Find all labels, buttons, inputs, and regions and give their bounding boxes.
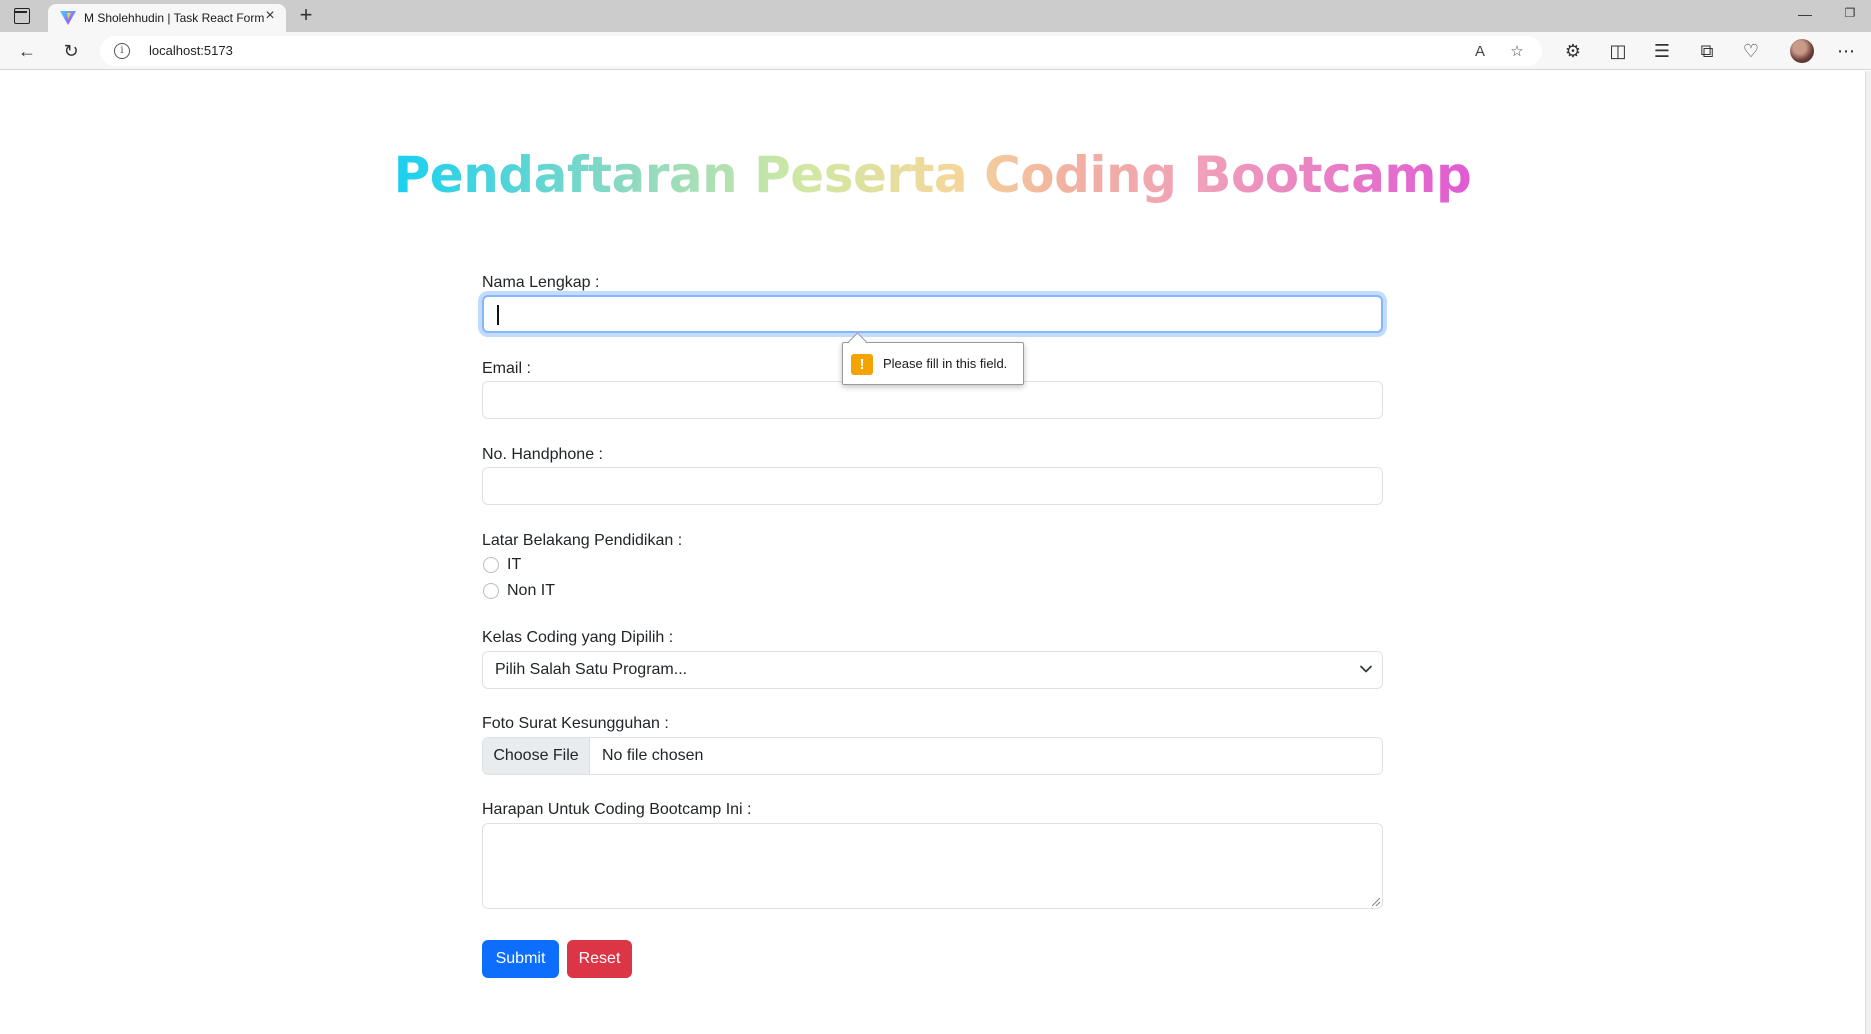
refresh-icon[interactable]: ↻ <box>60 40 82 62</box>
split-screen-icon[interactable]: ◫ <box>1607 40 1629 62</box>
nama-lengkap-input[interactable] <box>482 295 1383 333</box>
nama-lengkap-label: Nama Lengkap : <box>482 274 600 291</box>
harapan-label: Harapan Untuk Coding Bootcamp Ini : <box>482 801 752 818</box>
radio-it-label[interactable]: IT <box>507 556 521 574</box>
browser-toolbar: ← ↻ i localhost:5173 A ☆ ⚙ ◫ ☰ ⧉ ♡ ⋯ <box>0 32 1871 70</box>
new-tab-icon[interactable]: + <box>294 4 318 28</box>
read-aloud-icon[interactable]: A <box>1470 42 1490 62</box>
handphone-input[interactable] <box>482 467 1383 505</box>
validation-message: Please fill in this field. <box>883 356 1008 371</box>
validation-tooltip: ! Please fill in this field. <box>842 342 1024 385</box>
tab-strip: M Sholehhudin | Task React Form × + — ❐ <box>0 0 1871 32</box>
tab-actions-icon[interactable] <box>14 8 30 24</box>
page-title: Pendaftaran Peserta Coding Bootcamp <box>393 146 1472 204</box>
harapan-textarea[interactable] <box>482 823 1383 909</box>
radio-non-it-label[interactable]: Non IT <box>507 582 555 600</box>
browser-window: M Sholehhudin | Task React Form × + — ❐ … <box>0 0 1871 1034</box>
restore-icon[interactable]: ❐ <box>1842 6 1858 22</box>
favorite-star-icon[interactable]: ☆ <box>1507 42 1527 62</box>
resize-grip-icon[interactable] <box>1372 898 1380 906</box>
browser-essentials-icon[interactable]: ♡ <box>1740 40 1762 62</box>
submit-button[interactable]: Submit <box>482 940 559 978</box>
choose-file-button[interactable]: Choose File <box>483 738 590 774</box>
address-url[interactable]: localhost:5173 <box>149 43 233 58</box>
window-edge <box>1865 71 1871 1034</box>
kelas-selected-value: Pilih Salah Satu Program... <box>495 661 688 678</box>
radio-non-it[interactable] <box>483 583 499 599</box>
foto-label: Foto Surat Kesungguhan : <box>482 715 669 732</box>
more-menu-icon[interactable]: ⋯ <box>1835 40 1857 62</box>
tab-title: M Sholehhudin | Task React Form <box>84 11 265 25</box>
collections-icon[interactable]: ⧉ <box>1696 40 1718 62</box>
tab-close-icon[interactable]: × <box>262 8 278 24</box>
chevron-down-icon <box>1360 665 1372 673</box>
warning-icon: ! <box>851 354 873 375</box>
active-tab[interactable]: M Sholehhudin | Task React Form × <box>48 4 286 32</box>
site-info-icon[interactable]: i <box>114 43 130 59</box>
email-label: Email : <box>482 360 531 377</box>
favorites-icon[interactable]: ☰ <box>1651 40 1673 62</box>
file-status-text: No file chosen <box>602 747 704 764</box>
profile-avatar[interactable] <box>1790 39 1814 63</box>
kelas-select[interactable]: Pilih Salah Satu Program... <box>482 651 1383 689</box>
text-caret <box>497 305 499 325</box>
back-icon[interactable]: ← <box>16 40 38 62</box>
pendidikan-label: Latar Belakang Pendidikan : <box>482 532 683 549</box>
page-content: Pendaftaran Peserta Coding Bootcamp Nama… <box>0 71 1865 1034</box>
extensions-icon[interactable]: ⚙ <box>1562 40 1584 62</box>
reset-button[interactable]: Reset <box>567 940 632 978</box>
vite-favicon-icon <box>60 11 76 25</box>
handphone-label: No. Handphone : <box>482 446 603 463</box>
email-input[interactable] <box>482 381 1383 419</box>
minimize-icon[interactable]: — <box>1797 6 1813 22</box>
radio-it[interactable] <box>483 557 499 573</box>
address-bar[interactable]: i localhost:5173 A ☆ <box>100 36 1542 66</box>
foto-file-input[interactable]: Choose File No file chosen <box>482 737 1383 775</box>
kelas-label: Kelas Coding yang Dipilih : <box>482 629 674 646</box>
